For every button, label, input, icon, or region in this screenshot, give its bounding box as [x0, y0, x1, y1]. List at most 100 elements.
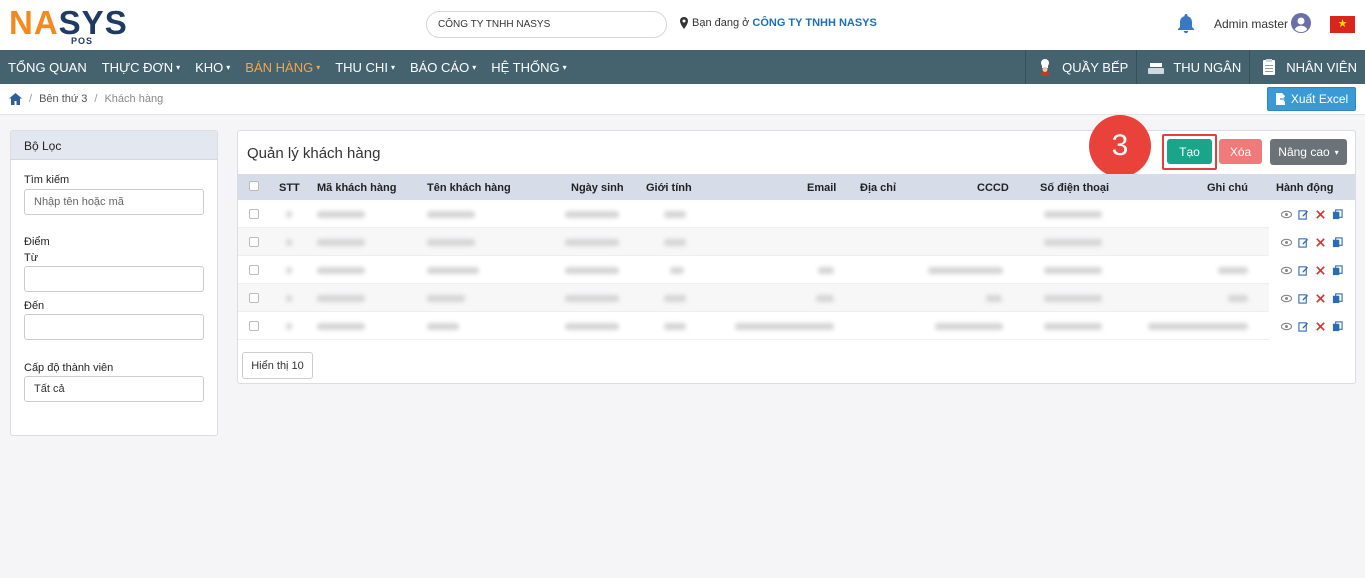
from-label: Từ: [24, 252, 39, 264]
table-row[interactable]: [238, 312, 1355, 340]
export-excel-button[interactable]: Xuất Excel: [1267, 87, 1356, 111]
nav-overview[interactable]: TỔNG QUAN: [0, 50, 94, 84]
delete-icon[interactable]: [1315, 321, 1326, 332]
copy-icon[interactable]: [1332, 208, 1343, 220]
col-phone[interactable]: Số điện thoại: [1040, 182, 1109, 194]
search-input[interactable]: Nhập tên hoặc mã: [24, 189, 204, 215]
row-checkbox[interactable]: [249, 209, 259, 219]
nav-reports[interactable]: BÁO CÁO ▾: [402, 50, 483, 84]
nav-system[interactable]: HỆ THỐNG ▾: [483, 50, 573, 84]
row-checkbox[interactable]: [249, 321, 259, 331]
caret-down-icon: ▾: [1334, 147, 1339, 157]
member-level-select[interactable]: Tất cả: [24, 376, 204, 402]
caret-down-icon: ▾: [562, 62, 567, 72]
table-row[interactable]: [238, 256, 1355, 284]
nav-sales[interactable]: BÁN HÀNG ▾: [237, 50, 327, 84]
col-birthday[interactable]: Ngày sinh: [571, 182, 624, 194]
points-label: Điểm: [24, 236, 50, 248]
step-badge: 3: [1089, 115, 1151, 177]
nav-cashier[interactable]: THU NGÂN: [1136, 50, 1249, 84]
edit-icon[interactable]: [1298, 265, 1309, 276]
copy-icon[interactable]: [1332, 292, 1343, 304]
nav-staff[interactable]: NHÂN VIÊN: [1249, 50, 1365, 84]
table-row[interactable]: [238, 284, 1355, 312]
copy-icon[interactable]: [1332, 236, 1343, 248]
row-actions: [1269, 200, 1355, 228]
caret-down-icon: ▾: [472, 62, 477, 72]
view-icon[interactable]: [1281, 265, 1292, 276]
row-checkbox[interactable]: [249, 265, 259, 275]
top-header: NASYS POS CÔNG TY TNHH NASYS Bạn đang ở …: [0, 0, 1365, 50]
view-icon[interactable]: [1281, 209, 1292, 220]
nav-right-group: QUẦY BẾP THU NGÂN NHÂN VIÊN: [1025, 50, 1365, 84]
cash-register-icon: [1148, 63, 1165, 74]
table-row[interactable]: [238, 228, 1355, 256]
chef-icon: [1041, 59, 1050, 76]
nav-kitchen[interactable]: QUẦY BẾP: [1025, 50, 1136, 84]
col-note[interactable]: Ghi chú: [1207, 182, 1248, 194]
user-name[interactable]: Admin master: [1214, 17, 1288, 31]
col-gender[interactable]: Giới tính: [646, 182, 692, 194]
nav-inventory[interactable]: KHO ▾: [187, 50, 237, 84]
delete-icon[interactable]: [1315, 265, 1326, 276]
col-email[interactable]: Email: [807, 182, 836, 194]
points-to-input[interactable]: [24, 314, 204, 340]
logo-subtitle: POS: [71, 36, 94, 46]
view-icon[interactable]: [1281, 321, 1292, 332]
edit-icon[interactable]: [1298, 209, 1309, 220]
select-all-checkbox[interactable]: [249, 181, 259, 191]
export-file-icon: [1275, 93, 1286, 105]
location-company: CÔNG TY TNHH NASYS: [752, 17, 877, 29]
caret-down-icon: ▾: [226, 62, 231, 72]
nav-finance[interactable]: THU CHI ▾: [327, 50, 402, 84]
nasys-logo[interactable]: NASYS POS: [9, 6, 127, 46]
edit-icon[interactable]: [1298, 321, 1309, 332]
delete-icon[interactable]: [1315, 237, 1326, 248]
page-size-select[interactable]: Hiển thị 10: [242, 352, 313, 379]
edit-icon[interactable]: [1298, 237, 1309, 248]
member-level-label: Cấp độ thành viên: [24, 362, 114, 374]
nav-menu[interactable]: THỰC ĐƠN ▾: [94, 50, 187, 84]
table-row[interactable]: [238, 200, 1355, 228]
vietnam-flag-icon[interactable]: ★: [1330, 16, 1355, 33]
filter-panel: Bộ Lọc Tìm kiếm Nhập tên hoặc mã Điểm Từ…: [10, 130, 218, 436]
col-customer-code[interactable]: Mã khách hàng: [317, 182, 396, 194]
view-icon[interactable]: [1281, 237, 1292, 248]
filter-title: Bộ Lọc: [11, 131, 217, 160]
copy-icon[interactable]: [1332, 264, 1343, 276]
search-label: Tìm kiếm: [24, 174, 70, 186]
delete-icon[interactable]: [1315, 293, 1326, 304]
delete-button[interactable]: Xóa: [1219, 139, 1262, 164]
row-checkbox[interactable]: [249, 237, 259, 247]
col-customer-name[interactable]: Tên khách hàng: [427, 182, 511, 194]
row-actions: [1269, 284, 1355, 312]
row-checkbox[interactable]: [249, 293, 259, 303]
advanced-button[interactable]: Nâng cao ▾: [1270, 139, 1347, 165]
company-select[interactable]: CÔNG TY TNHH NASYS: [426, 11, 667, 38]
row-actions: [1269, 228, 1355, 256]
logo-text-right: SYS: [58, 4, 128, 41]
caret-down-icon: ▾: [316, 62, 321, 72]
col-address[interactable]: Địa chỉ: [860, 182, 896, 194]
location-prefix: Bạn đang ở: [692, 17, 750, 29]
caret-down-icon: ▾: [390, 62, 395, 72]
copy-icon[interactable]: [1332, 320, 1343, 332]
to-label: Đến: [24, 300, 45, 312]
caret-down-icon: ▾: [176, 62, 181, 72]
row-actions: [1269, 312, 1355, 340]
delete-icon[interactable]: [1315, 209, 1326, 220]
page-title: Quản lý khách hàng: [247, 145, 381, 162]
avatar[interactable]: [1291, 13, 1311, 33]
create-button[interactable]: Tạo: [1167, 139, 1212, 164]
breadcrumb: / Bên thứ 3 / Khách hàng: [9, 93, 163, 105]
current-location: Bạn đang ở CÔNG TY TNHH NASYS: [679, 17, 877, 29]
breadcrumb-parent[interactable]: Bên thứ 3: [39, 93, 87, 105]
bell-icon[interactable]: [1176, 13, 1196, 35]
col-id-card[interactable]: CCCD: [977, 182, 1009, 194]
breadcrumb-bar: / Bên thứ 3 / Khách hàng: [0, 84, 1365, 115]
view-icon[interactable]: [1281, 293, 1292, 304]
row-actions: [1269, 256, 1355, 284]
home-icon[interactable]: [9, 93, 22, 105]
edit-icon[interactable]: [1298, 293, 1309, 304]
points-from-input[interactable]: [24, 266, 204, 292]
